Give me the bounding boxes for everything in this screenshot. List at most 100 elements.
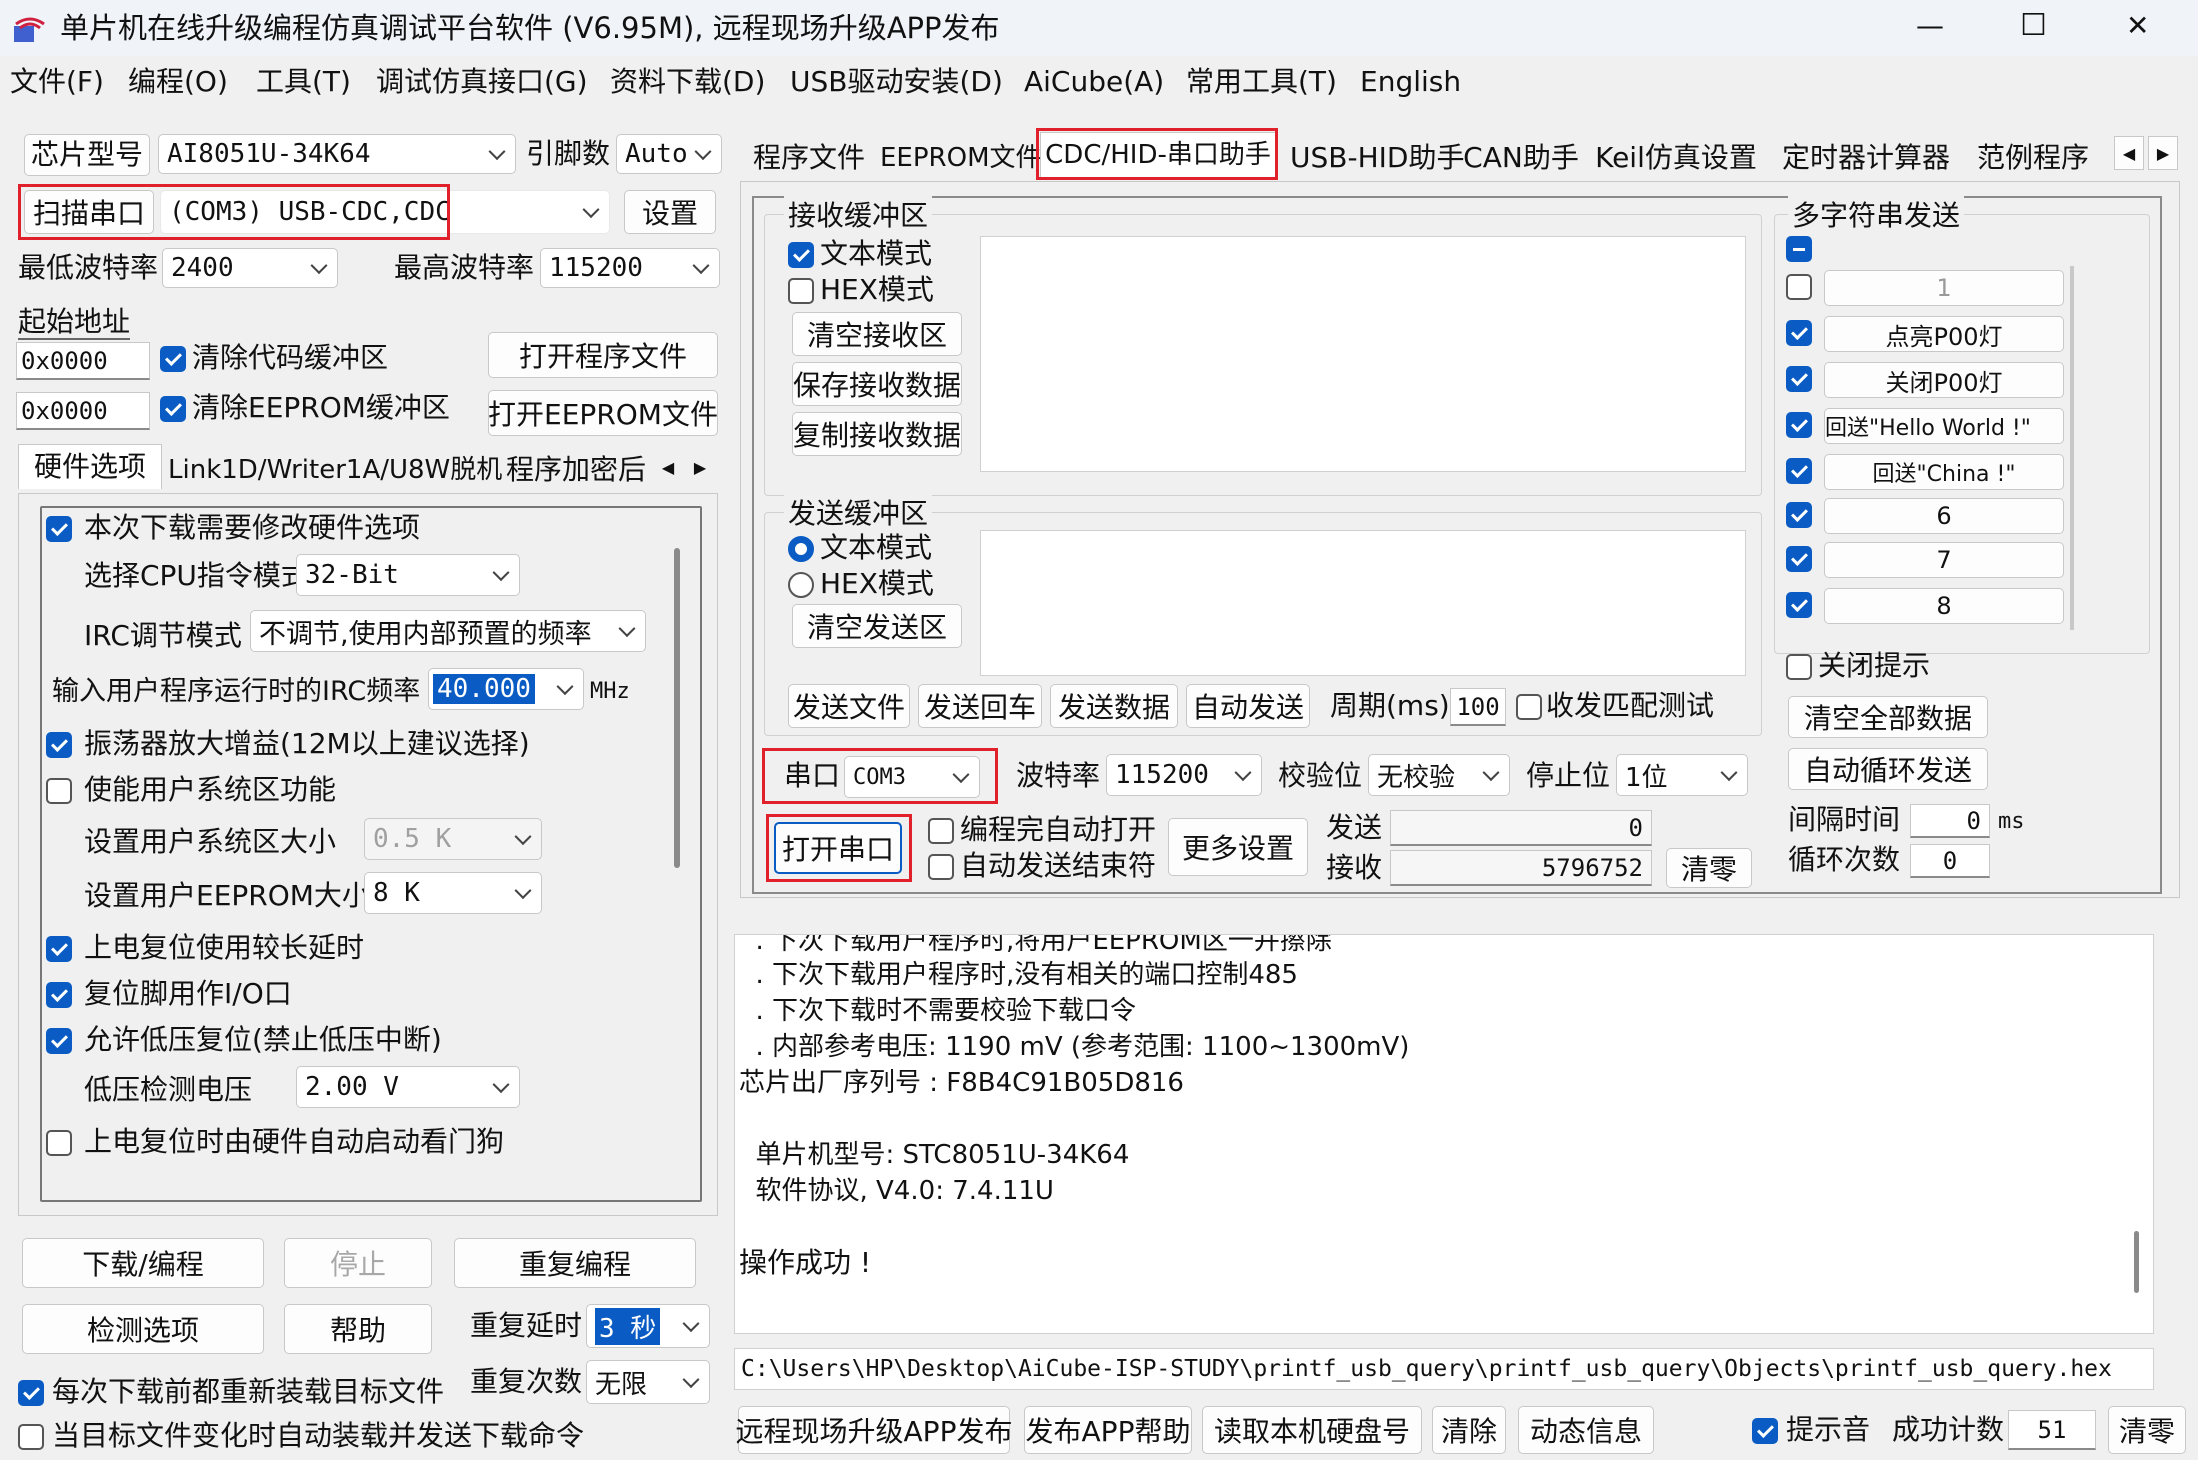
tab-encrypted[interactable]: 程序加密后 [502,448,650,492]
reset-io-checkbox[interactable] [46,982,72,1008]
dynamic-info-button[interactable]: 动态信息 [1518,1406,1654,1454]
chip-type-label[interactable]: 芯片型号 [24,134,151,176]
menu-program[interactable]: 编程(O) [128,62,228,102]
stop-bits-select[interactable]: 1位 [1616,754,1748,796]
multi-item-2-button[interactable]: 点亮P00灯 [1824,316,2064,352]
send-file-button[interactable]: 发送文件 [788,684,910,728]
more-settings-button[interactable]: 更多设置 [1168,818,1308,876]
beep-checkbox[interactable] [1752,1418,1778,1444]
multi-item-8-checkbox[interactable] [1786,592,1812,618]
minimize-button[interactable]: — [1916,6,1944,46]
eeprom-address-input[interactable]: 0x0000 [16,392,150,430]
send-text-mode-radio[interactable] [788,536,814,562]
multi-item-1-checkbox[interactable] [1786,274,1812,300]
publish-app-button[interactable]: 远程现场升级APP发布 [736,1406,1012,1454]
recv-text-mode-checkbox[interactable] [788,242,814,268]
port-settings-button[interactable]: 设置 [624,190,716,234]
tab-timer-calc[interactable]: 定时器计算器 [1780,136,1952,180]
reset-count-button[interactable]: 清零 [2108,1406,2186,1454]
auto-send-button[interactable]: 自动发送 [1186,684,1310,728]
multi-item-6-button[interactable]: 6 [1824,498,2064,534]
clear-send-button[interactable]: 清空发送区 [792,604,962,648]
recv-textarea[interactable] [980,236,1746,472]
irc-freq-select[interactable]: 40.000 [428,668,584,710]
menu-file[interactable]: 文件(F) [10,62,104,102]
code-address-input[interactable]: 0x0000 [16,342,150,380]
close-button[interactable]: ✕ [2126,6,2149,46]
multi-item-2-checkbox[interactable] [1786,320,1812,346]
menu-tools[interactable]: 工具(T) [256,62,351,102]
auto-load-checkbox[interactable] [18,1424,44,1450]
open-eeprom-file-button[interactable]: 打开EEPROM文件 [488,390,718,436]
hardware-options-scrollbar[interactable] [674,548,680,868]
log-scrollbar[interactable] [2134,1231,2139,1293]
send-textarea[interactable] [980,530,1746,676]
multi-item-7-checkbox[interactable] [1786,546,1812,572]
left-tabs-prev-icon[interactable]: ◀ [654,452,682,482]
right-tabs-next-icon[interactable]: ▶ [2148,136,2178,170]
left-tabs-next-icon[interactable]: ▶ [686,452,714,482]
clear-count-button[interactable]: 清零 [1666,848,1752,888]
interval-input[interactable]: 0 [1910,804,1990,838]
multi-item-5-checkbox[interactable] [1786,458,1812,484]
menu-english[interactable]: English [1360,62,1461,102]
multi-item-4-button[interactable]: 回送"Hello World !" [1824,408,2064,444]
menu-common-tools[interactable]: 常用工具(T) [1186,62,1337,102]
cpu-mode-select[interactable]: 32-Bit [296,554,520,596]
multi-item-3-button[interactable]: 关闭P00灯 [1824,362,2064,398]
period-input[interactable]: 100 [1450,688,1506,726]
baud-select[interactable]: 115200 [1106,754,1262,796]
tab-usb-hid[interactable]: USB-HID助手 [1290,136,1464,180]
pins-select[interactable]: Auto [616,134,722,174]
parity-select[interactable]: 无校验 [1368,754,1510,796]
repeat-count-select[interactable]: 无限 [586,1360,710,1404]
send-cr-button[interactable]: 发送回车 [918,684,1042,728]
read-disk-button[interactable]: 读取本机硬盘号 [1202,1406,1422,1454]
stop-button[interactable]: 停止 [284,1238,432,1288]
menu-aicube[interactable]: AiCube(A) [1024,62,1164,102]
loop-count-input[interactable]: 0 [1910,844,1990,878]
save-recv-button[interactable]: 保存接收数据 [792,362,962,406]
publish-help-button[interactable]: 发布APP帮助 [1024,1406,1192,1454]
lvd-reset-checkbox[interactable] [46,1028,72,1054]
multi-item-3-checkbox[interactable] [1786,366,1812,392]
repeat-program-button[interactable]: 重复编程 [454,1238,696,1288]
maximize-button[interactable]: ☐ [2020,6,2047,46]
modify-hw-checkbox[interactable] [46,516,72,542]
multi-item-8-button[interactable]: 8 [1824,588,2064,624]
tab-can[interactable]: CAN助手 [1462,136,1580,180]
menu-debug[interactable]: 调试仿真接口(G) [376,62,588,102]
collapse-icon[interactable] [1786,236,1812,262]
send-data-button[interactable]: 发送数据 [1050,684,1178,728]
close-tip-checkbox[interactable] [1786,654,1812,680]
tab-eeprom-file[interactable]: EEPROM文件 [880,136,1042,180]
clear-all-data-button[interactable]: 清空全部数据 [1788,696,1988,738]
send-hex-mode-radio[interactable] [788,572,814,598]
check-options-button[interactable]: 检测选项 [22,1304,264,1354]
user-sys-size-select[interactable]: 0.5 K [364,818,542,860]
auto-open-checkbox[interactable] [928,818,954,844]
multi-item-5-button[interactable]: 回送"China !" [1824,454,2064,490]
chip-type-select[interactable]: AI8051U-34K64 [158,134,516,174]
irc-mode-select[interactable]: 不调节,使用内部预置的频率 [250,610,646,652]
min-baud-select[interactable]: 2400 [162,248,338,288]
auto-loop-send-button[interactable]: 自动循环发送 [1788,748,1988,790]
right-tabs-prev-icon[interactable]: ◀ [2114,136,2144,170]
multi-item-6-checkbox[interactable] [1786,502,1812,528]
user-sys-checkbox[interactable] [46,778,72,804]
lvd-voltage-select[interactable]: 2.00 V [296,1066,520,1108]
osc-gain-checkbox[interactable] [46,732,72,758]
tab-offline-writer[interactable]: Link1D/Writer1A/U8W脱机 [168,448,502,492]
clear-eeprom-checkbox[interactable] [160,396,186,422]
tab-examples[interactable]: 范例程序 [1970,136,2096,180]
open-program-file-button[interactable]: 打开程序文件 [488,332,718,378]
user-eeprom-select[interactable]: 8 K [364,872,542,914]
tab-program-file[interactable]: 程序文件 [746,136,872,180]
download-program-button[interactable]: 下载/编程 [22,1238,264,1288]
menu-usb-driver[interactable]: USB驱动安装(D) [790,62,1003,102]
auto-end-checkbox[interactable] [928,854,954,880]
copy-recv-button[interactable]: 复制接收数据 [792,412,962,456]
help-button[interactable]: 帮助 [284,1304,432,1354]
watchdog-checkbox[interactable] [46,1130,72,1156]
clear-recv-button[interactable]: 清空接收区 [792,312,962,356]
